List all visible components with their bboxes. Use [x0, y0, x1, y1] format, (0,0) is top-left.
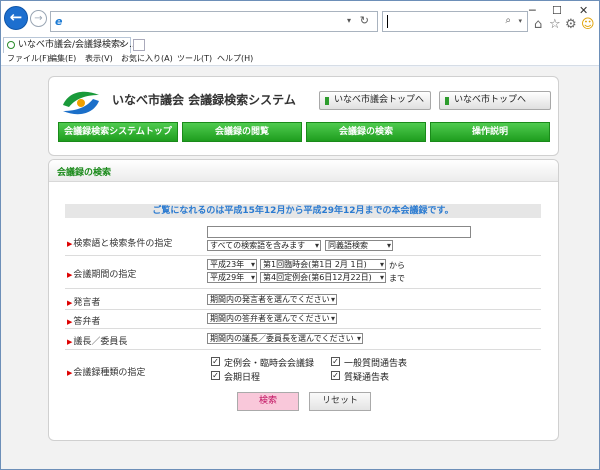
divider [65, 255, 541, 256]
menu-tools[interactable]: ツール(T) [177, 53, 212, 65]
type-label-regular: 定例会・臨時会会議録 [224, 359, 315, 369]
answerer-label: ▶答弁者 [67, 317, 101, 327]
tab-bar: いなべ市議会/会議録検索シ... ✕ [1, 37, 599, 53]
divider [65, 328, 541, 329]
menu-bar: ファイル(F) 編集(E) 表示(V) お気に入り(A) ツール(T) ヘルプ(… [1, 53, 599, 66]
address-bar[interactable]: e ▾ ↻ [50, 11, 378, 32]
availability-notice: ご覧になれるのは平成15年12月から平成29年12月までの本会議録です。 [65, 204, 541, 218]
type-checkbox-regular[interactable]: ✓ [211, 357, 220, 366]
new-tab-button[interactable] [133, 39, 145, 51]
panel-title: 会議録の検索 [57, 168, 112, 178]
search-button[interactable]: 検索 [237, 392, 299, 411]
divider [65, 309, 541, 310]
reset-button[interactable]: リセット [309, 392, 371, 411]
smiley-feedback-icon[interactable]: ☺ [581, 17, 595, 32]
menu-file[interactable]: ファイル(F) [7, 53, 50, 65]
menu-edit[interactable]: 編集(E) [49, 53, 76, 65]
home-icon[interactable]: ⌂ [534, 17, 542, 32]
search-icon[interactable]: ⌕ [505, 15, 511, 26]
link-marker-icon [325, 97, 329, 105]
tab-site-icon [7, 41, 15, 49]
nav-browse[interactable]: 会議録の閲覧 [182, 122, 302, 142]
type-checkbox-general-question[interactable]: ✓ [331, 357, 340, 366]
period-label: ▶会議期間の指定 [67, 270, 137, 280]
type-checkbox-inquiry[interactable]: ✓ [331, 371, 340, 380]
keyword-mode-select[interactable]: すべての検索語を含みます [207, 240, 321, 251]
chair-label: ▶議長／委員長 [67, 337, 128, 347]
favorites-star-icon[interactable]: ☆ [549, 17, 561, 32]
to-year-select[interactable]: 平成29年 [207, 272, 257, 283]
site-header: いなべ市議会 会議録検索システム いなべ市議会トップへ いなべ市トップへ 会議録… [48, 76, 559, 156]
site-name: いなべ市議会 会議録検索システム [112, 93, 296, 107]
speaker-label: ▶発言者 [67, 298, 101, 308]
city-top-label: いなべ市トップへ [454, 95, 527, 105]
address-dropdown-icon[interactable]: ▾ [347, 16, 351, 25]
keyword-input[interactable] [207, 226, 471, 238]
type-label: ▶会議録種類の指定 [67, 368, 146, 378]
speaker-select[interactable]: 期間内の発言者を選んでください [207, 294, 337, 305]
ie-page-icon: e [55, 15, 63, 28]
type-checkbox-schedule[interactable]: ✓ [211, 371, 220, 380]
council-top-link[interactable]: いなべ市議会トップへ [319, 91, 431, 110]
minimize-icon[interactable]: ─ [529, 4, 536, 17]
council-top-label: いなべ市議会トップへ [334, 95, 425, 105]
page-viewport: いなべ市議会 会議録検索システム いなべ市議会トップへ いなべ市トップへ 会議録… [1, 67, 599, 469]
search-box[interactable]: ⌕ ▾ [382, 11, 528, 32]
divider [65, 288, 541, 289]
browser-window: ← → e ▾ ↻ ⌕ ▾ ─ ☐ ✕ ⌂ ☆ ⚙ ☺ いなべ市議会/会議録検索… [0, 0, 600, 470]
nav-search[interactable]: 会議録の検索 [306, 122, 426, 142]
maximize-icon[interactable]: ☐ [552, 4, 562, 17]
divider [65, 349, 541, 350]
menu-favorites[interactable]: お気に入り(A) [121, 53, 173, 65]
city-top-link[interactable]: いなべ市トップへ [439, 91, 551, 110]
close-window-icon[interactable]: ✕ [579, 4, 588, 17]
tab-close-icon[interactable]: ✕ [118, 38, 126, 53]
chair-select[interactable]: 期間内の議長／委員長を選んでください [207, 333, 363, 344]
type-label-general-question: 一般質問通告表 [344, 359, 408, 369]
nav-help[interactable]: 操作説明 [430, 122, 550, 142]
from-suffix: から [389, 261, 405, 270]
to-meeting-select[interactable]: 第4回定例会(第6日12月22日) [260, 272, 386, 283]
refresh-icon[interactable]: ↻ [360, 14, 369, 27]
browser-tab[interactable]: いなべ市議会/会議録検索シ... ✕ [3, 37, 138, 53]
keyword-label: ▶検索語と検索条件の指定 [67, 239, 173, 249]
answerer-select[interactable]: 期間内の答弁者を選んでください [207, 313, 337, 324]
back-button[interactable]: ← [4, 6, 28, 30]
menu-help[interactable]: ヘルプ(H) [217, 53, 253, 65]
search-panel: 会議録の検索 ご覧になれるのは平成15年12月から平成29年12月までの本会議録… [48, 159, 559, 441]
nav-system-top[interactable]: 会議録検索システムトップ [58, 122, 178, 142]
from-meeting-select[interactable]: 第1回臨時会(第1日 2月 1日) [260, 259, 386, 270]
from-year-select[interactable]: 平成23年 [207, 259, 257, 270]
browser-toolbar: ← → e ▾ ↻ ⌕ ▾ ─ ☐ ✕ ⌂ ☆ ⚙ ☺ [1, 1, 599, 37]
link-marker-icon [445, 97, 449, 105]
text-caret [387, 15, 388, 28]
to-suffix: まで [389, 274, 405, 283]
forward-button[interactable]: → [30, 10, 47, 27]
panel-header: 会議録の検索 [49, 160, 558, 182]
synonym-select[interactable]: 同義語検索 [325, 240, 393, 251]
type-label-schedule: 会期日程 [224, 373, 261, 383]
city-logo-icon [63, 91, 99, 115]
search-dropdown-icon[interactable]: ▾ [518, 17, 522, 25]
settings-gear-icon[interactable]: ⚙ [565, 17, 577, 32]
type-label-inquiry: 質疑通告表 [344, 373, 390, 383]
menu-view[interactable]: 表示(V) [85, 53, 113, 65]
